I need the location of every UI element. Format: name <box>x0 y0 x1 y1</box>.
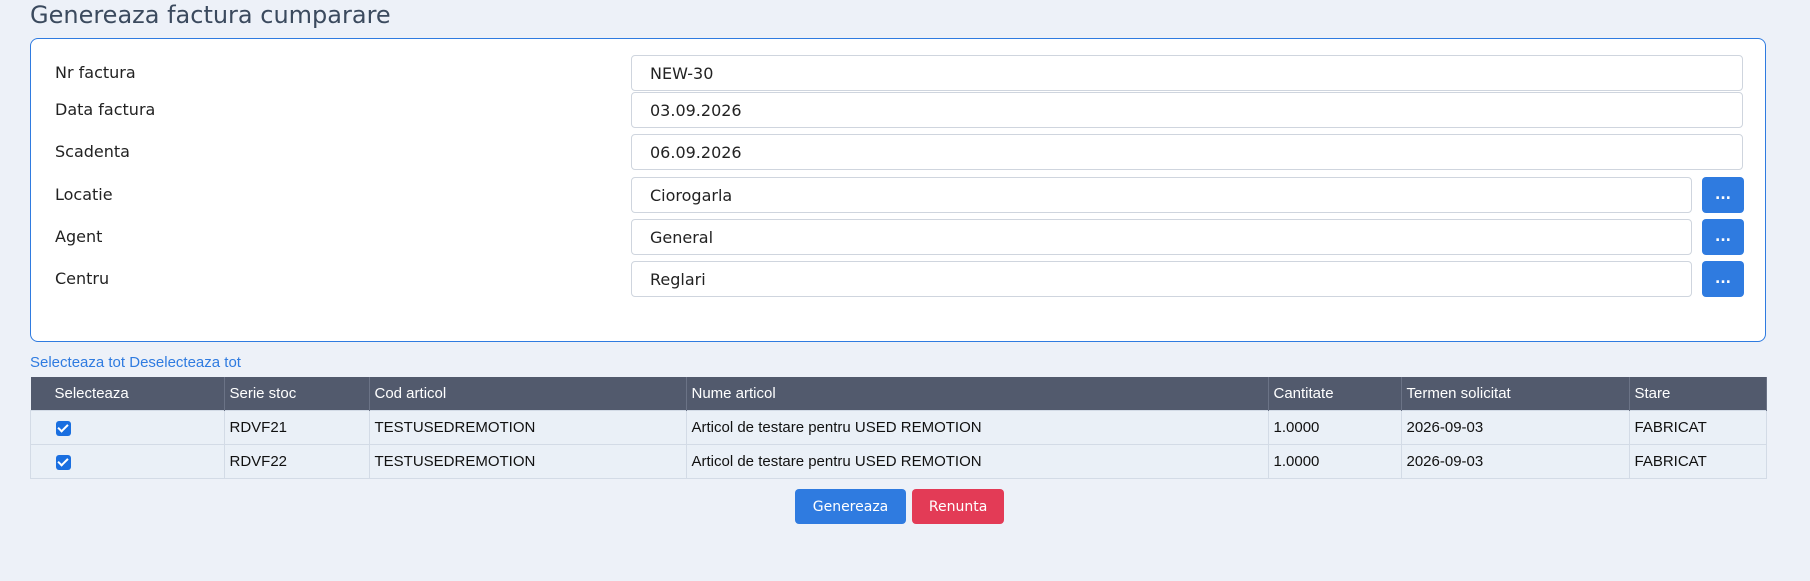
centru-browse-button[interactable]: ... <box>1702 261 1744 297</box>
nr-factura-label: Nr factura <box>55 63 136 82</box>
row-select-cell <box>30 444 225 479</box>
scadenta-label: Scadenta <box>55 142 130 161</box>
form-row-data-factura: Data factura <box>31 92 1765 128</box>
agent-browse-button[interactable]: ... <box>1702 219 1744 255</box>
row-select-cell <box>30 410 225 445</box>
data-factura-input[interactable] <box>631 92 1743 128</box>
nr-factura-input[interactable] <box>631 55 1743 91</box>
agent-label: Agent <box>55 227 103 246</box>
cod-articol-cell: TESTUSEDREMOTION <box>368 410 687 445</box>
invoice-form: Nr factura Data factura Scadenta Locatie… <box>30 38 1766 342</box>
form-row-nr-factura: Nr factura <box>31 55 1765 91</box>
selection-links: Selecteaza tot Deselecteaza tot <box>30 354 241 371</box>
items-table: Selecteaza Serie stoc Cod articol Nume a… <box>30 377 1767 479</box>
locatie-label: Locatie <box>55 185 113 204</box>
select-all-link[interactable]: Selecteaza tot <box>30 354 125 371</box>
nume-articol-cell: Articol de testare pentru USED REMOTION <box>685 444 1269 479</box>
form-row-centru: Centru ... <box>31 261 1765 297</box>
page-title: Genereaza factura cumparare <box>30 1 391 29</box>
table-row: RDVF22 TESTUSEDREMOTION Articol de testa… <box>30 444 1767 479</box>
form-row-agent: Agent ... <box>31 219 1765 255</box>
stare-cell: FABRICAT <box>1628 410 1767 445</box>
form-row-locatie: Locatie ... <box>31 177 1765 213</box>
locatie-input[interactable] <box>631 177 1692 213</box>
nume-articol-cell: Articol de testare pentru USED REMOTION <box>685 410 1269 445</box>
scadenta-input[interactable] <box>631 134 1743 170</box>
form-row-scadenta: Scadenta <box>31 134 1765 170</box>
cancel-button[interactable]: Renunta <box>912 489 1005 524</box>
generate-button[interactable]: Genereaza <box>795 489 906 524</box>
termen-solicitat-cell: 2026-09-03 <box>1400 444 1630 479</box>
row-checkbox[interactable] <box>56 420 71 436</box>
agent-input[interactable] <box>631 219 1692 255</box>
column-header-stare[interactable]: Stare <box>1629 377 1767 411</box>
centru-label: Centru <box>55 269 110 288</box>
stare-cell: FABRICAT <box>1628 444 1767 479</box>
column-header-cod-articol[interactable]: Cod articol <box>369 377 687 411</box>
cantitate-cell: 1.0000 <box>1267 444 1402 479</box>
column-header-serie-stoc[interactable]: Serie stoc <box>224 377 370 411</box>
column-header-cantitate[interactable]: Cantitate <box>1268 377 1402 411</box>
deselect-all-link[interactable]: Deselecteaza tot <box>129 354 241 371</box>
serie-stoc-cell: RDVF21 <box>223 410 370 445</box>
column-header-selecteaza[interactable]: Selecteaza <box>30 377 225 411</box>
column-header-termen-solicitat[interactable]: Termen solicitat <box>1401 377 1630 411</box>
table-row: RDVF21 TESTUSEDREMOTION Articol de testa… <box>30 410 1767 445</box>
data-factura-label: Data factura <box>55 100 156 119</box>
serie-stoc-cell: RDVF22 <box>223 444 370 479</box>
cod-articol-cell: TESTUSEDREMOTION <box>368 444 687 479</box>
row-checkbox[interactable] <box>56 454 71 470</box>
locatie-browse-button[interactable]: ... <box>1702 177 1744 213</box>
termen-solicitat-cell: 2026-09-03 <box>1400 410 1630 445</box>
cantitate-cell: 1.0000 <box>1267 410 1402 445</box>
table-header-row: Selecteaza Serie stoc Cod articol Nume a… <box>30 377 1767 411</box>
form-actions: Genereaza Renunta <box>795 489 1005 524</box>
centru-input[interactable] <box>631 261 1692 297</box>
column-header-nume-articol[interactable]: Nume articol <box>686 377 1269 411</box>
